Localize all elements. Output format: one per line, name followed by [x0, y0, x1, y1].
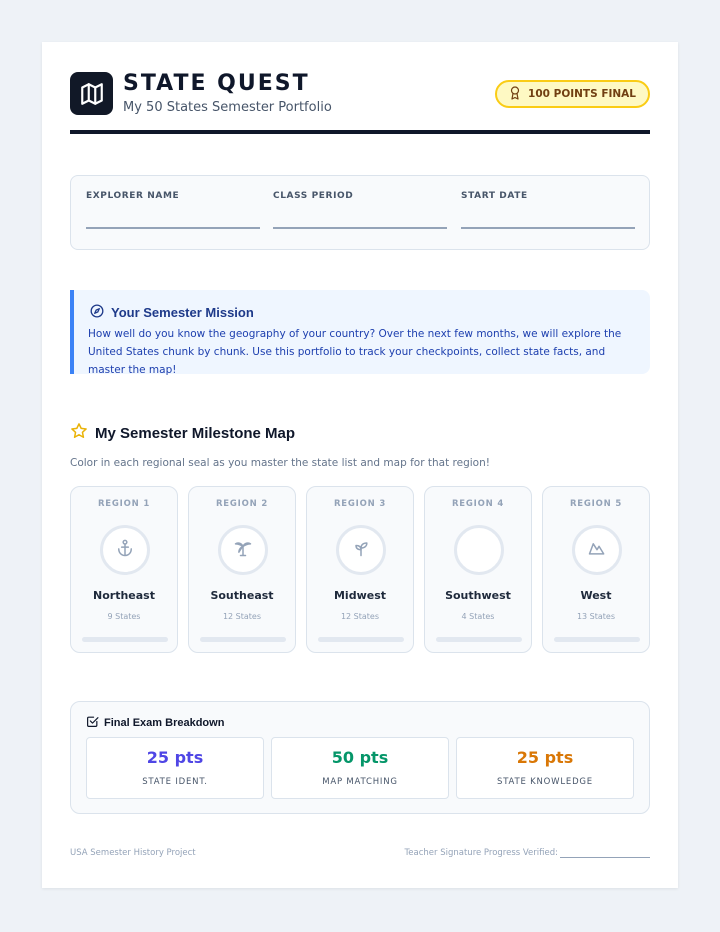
region-card-southwest[interactable]: REGION 4 Southwest 4 States	[424, 486, 532, 653]
field-line	[461, 227, 635, 229]
region-name: Southwest	[445, 589, 511, 602]
region-label: REGION 3	[333, 499, 387, 509]
page-subtitle: My 50 States Semester Portfolio	[123, 100, 332, 115]
portfolio-page: STATE QUEST My 50 States Semester Portfo…	[42, 42, 678, 888]
field-label: EXPLORER NAME	[86, 191, 180, 201]
field-line	[273, 227, 447, 229]
mission-title-row: Your Semester Mission	[90, 304, 254, 321]
region-count: 13 States	[576, 612, 616, 621]
exam-points: 50 pts	[331, 748, 389, 767]
region-card-southeast[interactable]: REGION 2 Southeast 12 States	[188, 486, 296, 653]
milestone-heading-text: My Semester Milestone Map	[95, 424, 296, 442]
award-icon	[509, 85, 521, 103]
student-info-box: EXPLORER NAME CLASS PERIOD START DATE	[70, 175, 650, 250]
region-card-west[interactable]: REGION 5 West 13 States	[542, 486, 650, 653]
region-seal[interactable]	[454, 525, 504, 575]
exam-label: MAP MATCHING	[322, 777, 398, 787]
region-progress-bar	[200, 637, 286, 642]
region-name: West	[580, 589, 612, 602]
field-label: START DATE	[461, 191, 528, 201]
milestone-heading: My Semester Milestone Map	[70, 422, 295, 444]
star-icon	[70, 422, 88, 444]
region-progress-bar	[318, 637, 404, 642]
region-label: REGION 4	[451, 499, 505, 509]
mountain-icon	[587, 538, 607, 562]
signature-line[interactable]	[560, 849, 650, 858]
region-label: REGION 2	[215, 499, 269, 509]
region-seal[interactable]	[336, 525, 386, 575]
field-label: CLASS PERIOD	[273, 191, 354, 201]
anchor-icon	[115, 538, 135, 562]
exam-card-map-matching: 50 pts MAP MATCHING	[271, 737, 449, 799]
region-card-midwest[interactable]: REGION 3 Midwest 12 States	[306, 486, 414, 653]
region-count: 9 States	[107, 612, 141, 621]
exam-card-state-ident: 25 pts STATE IDENT.	[86, 737, 264, 799]
region-label: REGION 1	[97, 499, 151, 509]
start-date-field[interactable]: START DATE	[461, 191, 635, 229]
exam-label: STATE IDENT.	[142, 777, 208, 787]
region-seal[interactable]	[100, 525, 150, 575]
signature-label: Teacher Signature Progress Verified:	[404, 848, 558, 858]
milestone-description: Color in each regional seal as you maste…	[70, 457, 490, 469]
region-count: 4 States	[461, 612, 495, 621]
page-title: STATE QUEST	[123, 71, 310, 96]
region-name: Midwest	[333, 589, 387, 602]
exam-points: 25 pts	[146, 748, 204, 767]
region-progress-bar	[436, 637, 522, 642]
badge-label: 100 POINTS FINAL	[528, 88, 636, 100]
exam-points: 25 pts	[516, 748, 574, 767]
map-icon	[70, 72, 113, 115]
points-badge: 100 POINTS FINAL	[495, 80, 650, 108]
compass-icon	[90, 304, 104, 321]
sun-icon	[469, 538, 489, 562]
region-name: Southeast	[210, 589, 274, 602]
region-seal[interactable]	[218, 525, 268, 575]
region-label: REGION 5	[569, 499, 623, 509]
mission-callout: Your Semester Mission How well do you kn…	[70, 290, 650, 376]
checkbox-icon	[86, 715, 99, 731]
region-count: 12 States	[222, 612, 262, 621]
mission-title: Your Semester Mission	[111, 305, 254, 320]
header: STATE QUEST My 50 States Semester Portfo…	[70, 71, 650, 134]
region-progress-bar	[82, 637, 168, 642]
palm-tree-icon	[233, 538, 253, 562]
region-name: Northeast	[93, 589, 155, 602]
explorer-name-field[interactable]: EXPLORER NAME	[86, 191, 260, 229]
field-line	[86, 227, 260, 229]
class-period-field[interactable]: CLASS PERIOD	[273, 191, 447, 229]
sprout-icon	[351, 538, 371, 562]
exam-title: Final Exam Breakdown	[104, 717, 225, 729]
mission-text: How well do you know the geography of yo…	[88, 328, 622, 376]
exam-breakdown: Final Exam Breakdown 25 pts STATE IDENT.…	[70, 701, 650, 814]
footer-project-name: USA Semester History Project	[70, 848, 196, 858]
region-count: 12 States	[340, 612, 380, 621]
region-card-northeast[interactable]: REGION 1 Northeast 9 States	[70, 486, 178, 653]
region-progress-bar	[554, 637, 640, 642]
region-list: REGION 1 Northeast 9 States REGION 2 Sou…	[70, 486, 650, 653]
footer-signature: Teacher Signature Progress Verified:	[405, 848, 650, 858]
exam-card-state-knowledge: 25 pts STATE KNOWLEDGE	[456, 737, 634, 799]
exam-title-row: Final Exam Breakdown	[86, 715, 224, 731]
region-seal[interactable]	[572, 525, 622, 575]
exam-label: STATE KNOWLEDGE	[497, 777, 593, 787]
